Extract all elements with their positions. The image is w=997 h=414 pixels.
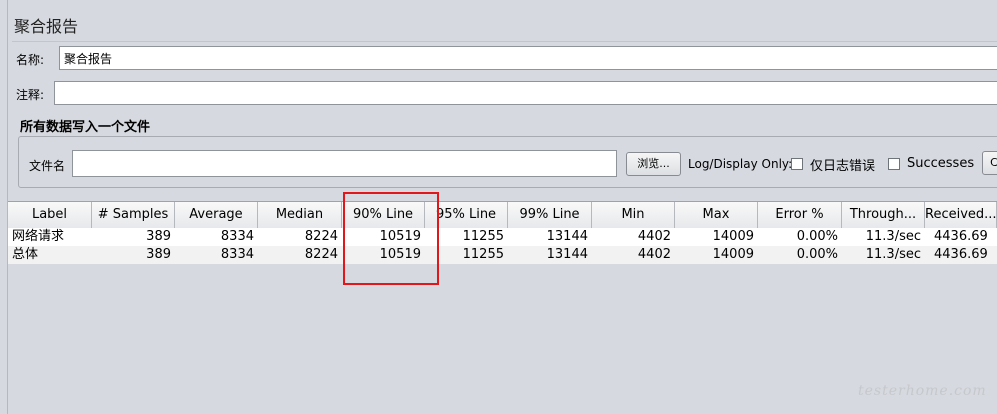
column-header-error[interactable]: Error % [758,202,842,228]
highlight-annotation [343,192,439,285]
left-border [0,0,8,414]
cell-throughput: 11.3/sec [865,247,921,262]
cell-average: 8334 [220,247,254,262]
browse-button[interactable]: 浏览... [626,152,681,176]
filename-input[interactable] [72,150,617,177]
table-row[interactable]: 总体 389 8334 8224 10519 11255 13144 4402 … [8,246,997,264]
cell-label: 总体 [12,247,39,262]
successes-label: Successes [907,156,975,171]
column-header-median[interactable]: Median [258,202,342,228]
log-display-label: Log/Display Only: [688,157,793,171]
column-header-received[interactable]: Received... [925,202,997,228]
column-header-throughput[interactable]: Through... [842,202,925,228]
cell-99-line: 13144 [546,247,588,262]
cell-error: 0.00% [796,229,838,244]
results-table: Label # Samples Average Median 90% Line … [8,201,997,414]
column-header-99-line[interactable]: 99% Line [508,202,592,228]
cell-label: 网络请求 [12,229,65,244]
cell-samples: 389 [146,229,171,244]
cell-median: 8224 [304,247,338,262]
cell-received: 4436.69 [934,229,988,244]
name-input[interactable] [59,46,997,70]
configure-button[interactable]: C [982,151,997,175]
panel-title: 聚合报告 [14,17,79,36]
name-label: 名称: [16,53,45,67]
cell-min: 4402 [637,229,671,244]
watermark: testerhome.com [858,383,987,399]
cell-max: 14009 [712,229,754,244]
cell-max: 14009 [712,247,754,262]
column-header-samples[interactable]: # Samples [92,202,175,228]
column-header-label[interactable]: Label [8,202,92,228]
table-row[interactable]: 网络请求 389 8334 8224 10519 11255 13144 440… [8,228,997,246]
cell-error: 0.00% [796,247,838,262]
column-header-average[interactable]: Average [175,202,258,228]
table-header: Label # Samples Average Median 90% Line … [8,201,997,229]
cell-throughput: 11.3/sec [865,229,921,244]
errors-only-checkbox[interactable] [791,158,803,170]
comment-input[interactable] [54,81,997,105]
cell-received: 4436.69 [934,247,988,262]
cell-samples: 389 [146,247,171,262]
cell-average: 8334 [220,229,254,244]
errors-only-label: 仅日志错误 [810,159,876,174]
column-header-min[interactable]: Min [592,202,675,228]
file-group-title: 所有数据写入一个文件 [20,120,151,135]
column-header-max[interactable]: Max [675,202,758,228]
cell-min: 4402 [637,247,671,262]
successes-checkbox[interactable] [888,158,900,170]
cell-99-line: 13144 [546,229,588,244]
filename-label: 文件名 [29,159,66,173]
cell-median: 8224 [304,229,338,244]
comment-label: 注释: [16,88,45,102]
